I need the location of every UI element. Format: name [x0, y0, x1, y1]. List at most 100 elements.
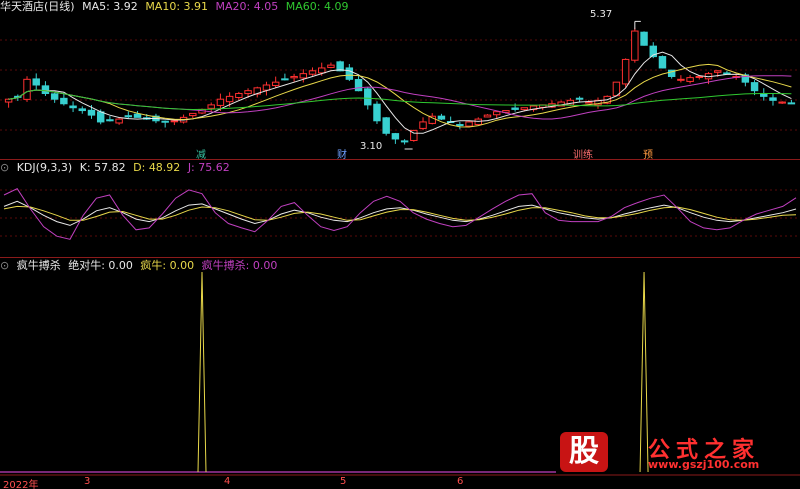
signal-spike — [197, 271, 207, 473]
signal-panel-header: ⊙ 疯牛搏杀 绝对牛: 0.00 疯牛: 0.00 疯牛搏杀: 0.00 — [0, 259, 281, 273]
kdj-d-value: D: 48.92 — [133, 161, 181, 174]
candle-body — [631, 30, 639, 61]
candle-body — [170, 120, 179, 123]
signal-name: 疯牛搏杀 — [16, 259, 61, 272]
candle-body — [585, 101, 593, 104]
candle-body — [750, 82, 759, 92]
event-marker[interactable]: 训练 — [572, 146, 594, 161]
event-marker[interactable]: 预 — [642, 146, 654, 161]
signal-absolute-bull: 绝对牛: 0.00 — [68, 259, 133, 272]
candle-body — [391, 133, 400, 140]
ma5-legend: MA5: 3.92 — [82, 0, 138, 13]
candle-body — [161, 120, 169, 123]
candle-body — [207, 104, 215, 109]
kdj-k-value: K: 57.82 — [79, 161, 126, 174]
kdj-name: KDJ(9,3,3) — [16, 161, 73, 174]
panel-toggle-icon[interactable]: ⊙ — [0, 259, 9, 272]
candle-body — [317, 67, 326, 74]
low-price-label: 3.10 — [360, 141, 383, 152]
chart-canvas — [0, 20, 800, 476]
candle-body — [133, 113, 142, 118]
candle-body — [575, 97, 584, 100]
candle-body — [621, 58, 630, 85]
ma5-line — [8, 51, 792, 134]
x-axis-label: 4 — [224, 476, 231, 487]
candle-body — [32, 78, 40, 86]
candle-body — [299, 73, 308, 79]
signal-crazy-bull: 疯牛: 0.00 — [140, 259, 195, 272]
candle-body — [225, 95, 234, 103]
kdj-j-line — [3, 188, 797, 240]
candle-body — [400, 140, 409, 143]
candle-body — [189, 112, 197, 117]
x-axis-label: 2022年 — [3, 480, 39, 489]
candle-body — [87, 109, 96, 116]
candle-body — [115, 118, 123, 124]
candle-body — [124, 115, 133, 118]
candle-body — [244, 90, 252, 95]
candle-body — [769, 97, 777, 101]
candle-body — [235, 93, 243, 99]
watermark-logo: 股 — [560, 432, 608, 472]
ma60-legend: MA60: 4.09 — [285, 0, 349, 13]
candle-body — [658, 56, 667, 69]
price-panel-header: 华天酒店(日线) MA5: 3.92 MA10: 3.91 MA20: 4.05… — [0, 0, 352, 14]
candle-body — [695, 75, 704, 78]
candle-body — [4, 98, 13, 103]
event-marker[interactable]: 财 — [336, 146, 348, 161]
candle-body — [686, 77, 694, 82]
high-price-label: 5.37 — [590, 9, 613, 20]
x-axis-label: 3 — [84, 476, 91, 487]
candle-body — [713, 70, 722, 73]
candle-body — [723, 72, 731, 75]
candle-body — [640, 31, 648, 46]
panel-separator — [0, 257, 800, 258]
candle-body — [216, 98, 225, 106]
kdj-j-value: J: 75.62 — [187, 161, 230, 174]
x-axis-label: 5 — [340, 476, 347, 487]
candle-body — [106, 119, 114, 122]
candle-body — [364, 88, 372, 106]
candle-body — [483, 114, 492, 118]
stock-chart-window: 华天酒店(日线) MA5: 3.92 MA10: 3.91 MA20: 4.05… — [0, 0, 800, 489]
kdj-k-line — [3, 200, 797, 226]
candle-body — [23, 78, 31, 100]
candle-body — [787, 102, 796, 105]
candle-body — [354, 79, 363, 92]
kdj-panel-header: ⊙ KDJ(9,3,3) K: 57.82 D: 48.92 J: 75.62 — [0, 161, 234, 175]
candle-body — [437, 115, 446, 120]
candle-body — [373, 103, 381, 122]
event-marker[interactable]: 减 — [195, 146, 207, 161]
candle-body — [41, 85, 50, 95]
candle-body — [262, 84, 271, 91]
stock-title: 华天酒店(日线) — [0, 0, 75, 13]
candle-body — [419, 121, 427, 129]
candle-body — [60, 97, 68, 105]
panel-toggle-icon[interactable]: ⊙ — [0, 161, 9, 174]
ma20-legend: MA20: 4.05 — [215, 0, 279, 13]
candle-body — [78, 108, 87, 112]
candle-body — [50, 93, 59, 100]
candle-body — [492, 111, 501, 116]
candle-body — [290, 75, 298, 79]
candle-body — [69, 105, 77, 109]
candle-body — [327, 64, 335, 68]
watermark-url: www.gszj100.com — [648, 458, 760, 471]
candle-body — [96, 111, 105, 123]
ma10-legend: MA10: 3.91 — [145, 0, 209, 13]
candle-body — [281, 78, 289, 81]
candle-body — [677, 78, 685, 81]
candle-body — [271, 81, 280, 87]
candle-body — [456, 124, 464, 127]
signal-crazy-bull-fight: 疯牛搏杀: 0.00 — [201, 259, 278, 272]
candle-body — [382, 117, 390, 134]
panel-separator — [0, 159, 800, 160]
candle-body — [345, 67, 354, 80]
x-axis-label: 6 — [457, 476, 464, 487]
candle-body — [465, 121, 473, 127]
candle-body — [520, 107, 529, 111]
candle-body — [778, 101, 786, 104]
watermark: 股 公式之家 www.gszj100.com — [556, 432, 792, 472]
candle-body — [308, 70, 317, 75]
candle-body — [511, 107, 519, 110]
